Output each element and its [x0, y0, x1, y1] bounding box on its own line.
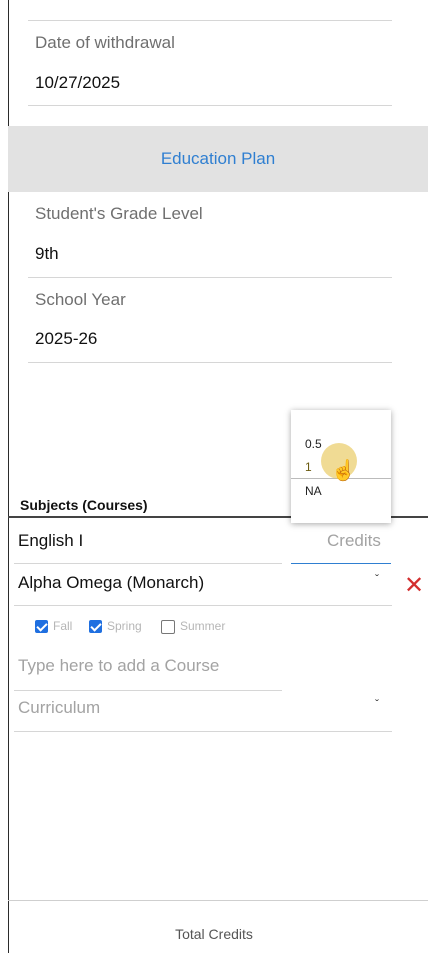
withdrawal-date-field[interactable]: 10/27/2025 — [35, 73, 120, 93]
fall-label: Fall — [53, 619, 73, 633]
credits-option-hovered[interactable]: 1 — [305, 460, 312, 474]
chevron-down-icon[interactable]: ˇ — [375, 697, 379, 711]
grade-level-label: Student's Grade Level — [35, 204, 203, 223]
divider — [28, 105, 392, 106]
subjects-title: Subjects (Courses) — [20, 497, 148, 513]
education-plan-title[interactable]: Education Plan — [8, 149, 428, 169]
chevron-down-icon[interactable]: ˇ — [375, 572, 379, 586]
spring-label: Spring — [107, 619, 142, 633]
fall-checkbox[interactable] — [35, 620, 48, 633]
curriculum-select[interactable]: Alpha Omega (Monarch) — [18, 573, 204, 593]
spring-checkbox[interactable] — [89, 620, 102, 633]
credits-option[interactable]: NA — [305, 484, 322, 498]
hand-pointer-icon: ☝ — [331, 460, 356, 482]
divider — [28, 20, 392, 21]
school-year-label: School Year — [35, 290, 126, 309]
credits-select[interactable]: Credits — [327, 531, 381, 551]
close-icon[interactable]: ✕ — [404, 574, 424, 598]
summer-label: Summer — [180, 619, 226, 633]
course-name-field[interactable]: English I — [18, 531, 83, 551]
divider — [14, 605, 392, 606]
add-course-input[interactable]: Type here to add a Course — [18, 656, 219, 676]
withdrawal-date-label: Date of withdrawal — [35, 33, 175, 52]
total-divider — [8, 900, 428, 901]
credits-option[interactable]: 0.5 — [305, 437, 322, 451]
divider — [28, 277, 392, 278]
divider — [28, 362, 392, 363]
total-credits-label: Total Credits — [175, 926, 253, 942]
school-year-field[interactable]: 2025-26 — [35, 329, 97, 349]
summer-checkbox[interactable] — [161, 620, 175, 634]
education-plan-header: Education Plan — [8, 126, 428, 192]
divider — [14, 731, 392, 732]
credits-select-underline — [291, 563, 391, 564]
grade-level-field[interactable]: 9th — [35, 244, 59, 264]
divider — [14, 563, 282, 564]
new-curriculum-select[interactable]: Curriculum — [18, 698, 100, 718]
divider — [14, 690, 282, 691]
